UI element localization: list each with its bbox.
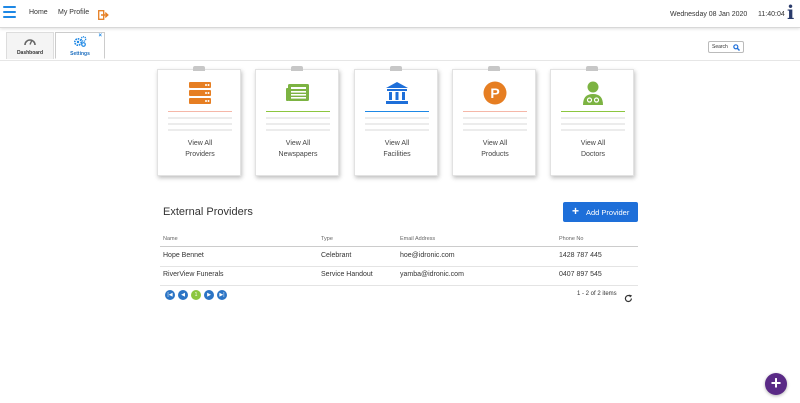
tab-dashboard[interactable]: Dashboard xyxy=(6,32,54,59)
next-page-icon[interactable]: ▶ xyxy=(204,290,214,300)
server-icon xyxy=(187,80,213,106)
gears-icon xyxy=(56,36,104,49)
column-header-name[interactable]: Name xyxy=(163,236,178,242)
tab-bar: Dashboard × Settings xyxy=(0,32,800,61)
search-label: Search xyxy=(712,44,728,50)
card-view-all-facilities[interactable]: View All Facilities xyxy=(354,66,438,176)
tab-settings-label: Settings xyxy=(70,51,90,57)
card-clip xyxy=(488,66,500,71)
building-icon xyxy=(384,80,410,106)
card-placeholder-lines xyxy=(561,117,625,135)
card-label: View All Facilities xyxy=(383,140,411,158)
current-date: Wednesday 08 Jan 2020 xyxy=(670,11,748,18)
prev-page-icon[interactable]: ◀ xyxy=(178,290,188,300)
nav-home-link[interactable]: Home xyxy=(29,9,48,16)
card-divider xyxy=(463,111,527,112)
refresh-icon[interactable] xyxy=(624,290,633,308)
card-view-all-newspapers[interactable]: View All Newspapers xyxy=(255,66,339,176)
card-label: View All Newspapers xyxy=(278,140,318,158)
card-clip xyxy=(193,66,205,71)
card-label: View All Doctors xyxy=(580,140,606,158)
card-clip xyxy=(586,66,598,71)
card-placeholder-lines xyxy=(463,117,527,135)
cell-name: Hope Bennet xyxy=(163,252,204,259)
current-time: 11:40:04 xyxy=(758,11,785,18)
cell-email: hoe@idronic.com xyxy=(400,252,455,259)
doctor-icon xyxy=(580,80,606,106)
nav-my-profile-link[interactable]: My Profile xyxy=(58,9,89,16)
floating-add-button[interactable]: + xyxy=(765,373,787,395)
logout-icon[interactable] xyxy=(98,7,109,25)
cell-phone: 1428 787 445 xyxy=(559,252,602,259)
card-clip xyxy=(390,66,402,71)
column-header-type[interactable]: Type xyxy=(321,236,333,242)
card-label: View All Products xyxy=(481,140,509,158)
tab-settings[interactable]: × Settings xyxy=(55,32,105,59)
cell-type: Service Handout xyxy=(321,271,373,278)
add-provider-label: Add Provider xyxy=(586,208,630,217)
card-divider xyxy=(365,111,429,112)
cell-email: yamba@idronic.com xyxy=(400,271,464,278)
card-placeholder-lines xyxy=(266,117,330,135)
plus-icon: + xyxy=(572,204,580,218)
cell-phone: 0407 897 545 xyxy=(559,271,602,278)
card-placeholder-lines xyxy=(365,117,429,135)
newspaper-icon xyxy=(285,80,311,106)
section-title: External Providers xyxy=(163,206,253,218)
card-label: View All Providers xyxy=(185,140,215,158)
card-view-all-providers[interactable]: View All Providers xyxy=(157,66,241,176)
product-p-icon: P xyxy=(482,80,508,106)
search-button[interactable]: Search xyxy=(708,41,744,53)
card-view-all-doctors[interactable]: View All Doctors xyxy=(550,66,634,176)
card-divider xyxy=(266,111,330,112)
top-bar: Home My Profile Wednesday 08 Jan 2020 11… xyxy=(0,0,800,28)
card-view-all-products[interactable]: P View All Products xyxy=(452,66,536,176)
add-provider-button[interactable]: + Add Provider xyxy=(563,202,638,222)
cell-type: Celebrant xyxy=(321,252,352,259)
column-header-email[interactable]: Email Address xyxy=(400,236,435,242)
card-divider xyxy=(561,111,625,112)
cell-name: RiverView Funerals xyxy=(163,271,224,278)
info-icon[interactable]: i xyxy=(787,4,794,23)
card-placeholder-lines xyxy=(168,117,232,135)
first-page-icon[interactable]: |◀ xyxy=(165,290,175,300)
last-page-icon[interactable]: ▶| xyxy=(217,290,227,300)
card-clip xyxy=(291,66,303,71)
table-row[interactable]: Hope Bennet Celebrant hoe@idronic.com 14… xyxy=(160,247,638,267)
hamburger-menu-icon[interactable] xyxy=(3,6,16,18)
column-header-phone[interactable]: Phone No xyxy=(559,236,583,242)
card-divider xyxy=(168,111,232,112)
svg-text:P: P xyxy=(490,85,499,101)
search-icon xyxy=(733,44,740,53)
current-page-button[interactable]: 1 xyxy=(191,290,201,300)
tab-dashboard-label: Dashboard xyxy=(16,50,44,56)
close-icon[interactable]: × xyxy=(98,33,102,39)
gauge-icon xyxy=(7,36,53,48)
items-count: 1 - 2 of 2 items xyxy=(577,291,617,297)
table-row[interactable]: RiverView Funerals Service Handout yamba… xyxy=(160,266,638,286)
